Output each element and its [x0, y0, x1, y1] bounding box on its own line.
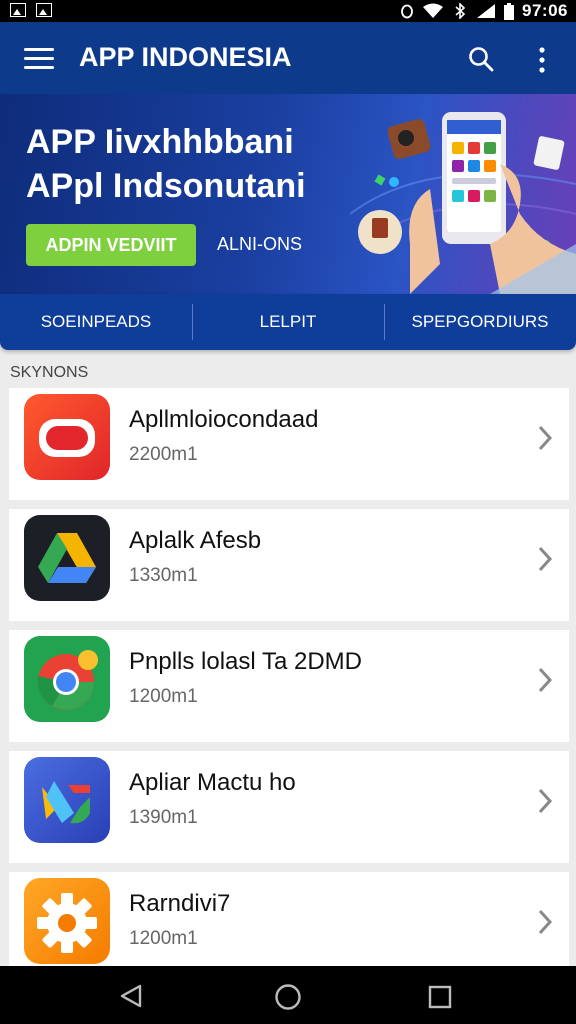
banner-secondary-link[interactable]: ALNI-ONS — [217, 234, 302, 255]
app-name: Apliar Mactu ho — [129, 769, 296, 796]
app-name: Aplalk Afesb — [129, 527, 262, 554]
app-size: 1390m1 — [129, 807, 198, 828]
app-size: 1200m1 — [129, 928, 198, 949]
list-item[interactable]: Apllmloiocondaad 2200m1 — [9, 388, 569, 500]
app-name: Rarndivi7 — [129, 890, 231, 917]
category-tabs: SOEINPEADS LELPIT SPEPGORDIURS — [0, 294, 576, 350]
battery-icon — [504, 2, 515, 20]
recents-icon[interactable] — [428, 985, 452, 1009]
bluetooth-icon — [455, 3, 466, 19]
tab-1[interactable]: LELPIT — [192, 294, 384, 350]
system-nav-bar — [0, 966, 576, 1024]
section-label: SKYNONS — [10, 364, 89, 381]
chevron-right-icon — [538, 546, 553, 572]
wifi-icon — [423, 3, 444, 18]
alarm-icon — [401, 4, 413, 19]
youtube-style-icon — [24, 394, 110, 480]
app-name: Apllmloiocondaad — [129, 406, 319, 433]
chevron-right-icon — [538, 788, 553, 814]
home-icon[interactable] — [274, 983, 302, 1011]
app-title: APP INDONESIA — [79, 42, 292, 72]
google-style-icon — [24, 757, 110, 843]
status-bar: 97:06 — [0, 0, 576, 22]
tab-0[interactable]: SOEINPEADS — [0, 294, 192, 350]
back-icon[interactable] — [118, 983, 144, 1009]
chevron-right-icon — [538, 909, 553, 935]
promo-banner[interactable]: APP Iivxhhbbani APpl Indsonutani ADPIN V… — [0, 94, 576, 294]
list-item[interactable]: Aplalk Afesb 1330m1 — [9, 509, 569, 621]
image-icon — [10, 3, 26, 17]
app-size: 1200m1 — [129, 686, 198, 707]
more-vert-icon[interactable] — [536, 46, 548, 74]
chevron-right-icon — [538, 425, 553, 451]
list-item[interactable]: Apliar Mactu ho 1390m1 — [9, 751, 569, 863]
banner-headline-line2: APpl Indsonutani — [26, 167, 306, 205]
settings-gear-icon — [24, 878, 110, 964]
image-icon — [36, 3, 52, 17]
list-item[interactable]: Pnplls lolasl Ta 2DMD 1200m1 — [9, 630, 569, 742]
banner-headline-line1: APP Iivxhhbbani — [26, 123, 294, 161]
menu-icon[interactable] — [24, 48, 54, 70]
chevron-right-icon — [538, 667, 553, 693]
phone-in-hand-illustration — [350, 112, 576, 294]
app-bar: APP INDONESIA — [0, 22, 576, 94]
search-icon[interactable] — [468, 46, 494, 72]
signal-icon — [477, 4, 496, 18]
tab-2[interactable]: SPEPGORDIURS — [384, 294, 576, 350]
banner-cta-button[interactable]: ADPIN VEDVIIT — [26, 224, 196, 266]
drive-style-icon — [24, 515, 110, 601]
chrome-style-icon — [24, 636, 110, 722]
banner-headline: APP Iivxhhbbani APpl Indsonutani — [26, 120, 306, 208]
status-clock: 97:06 — [522, 1, 568, 20]
app-size: 1330m1 — [129, 565, 198, 586]
app-name: Pnplls lolasl Ta 2DMD — [129, 648, 362, 675]
app-size: 2200m1 — [129, 444, 198, 465]
app-list: Apllmloiocondaad 2200m1 Aplalk Afesb 133… — [9, 388, 569, 993]
